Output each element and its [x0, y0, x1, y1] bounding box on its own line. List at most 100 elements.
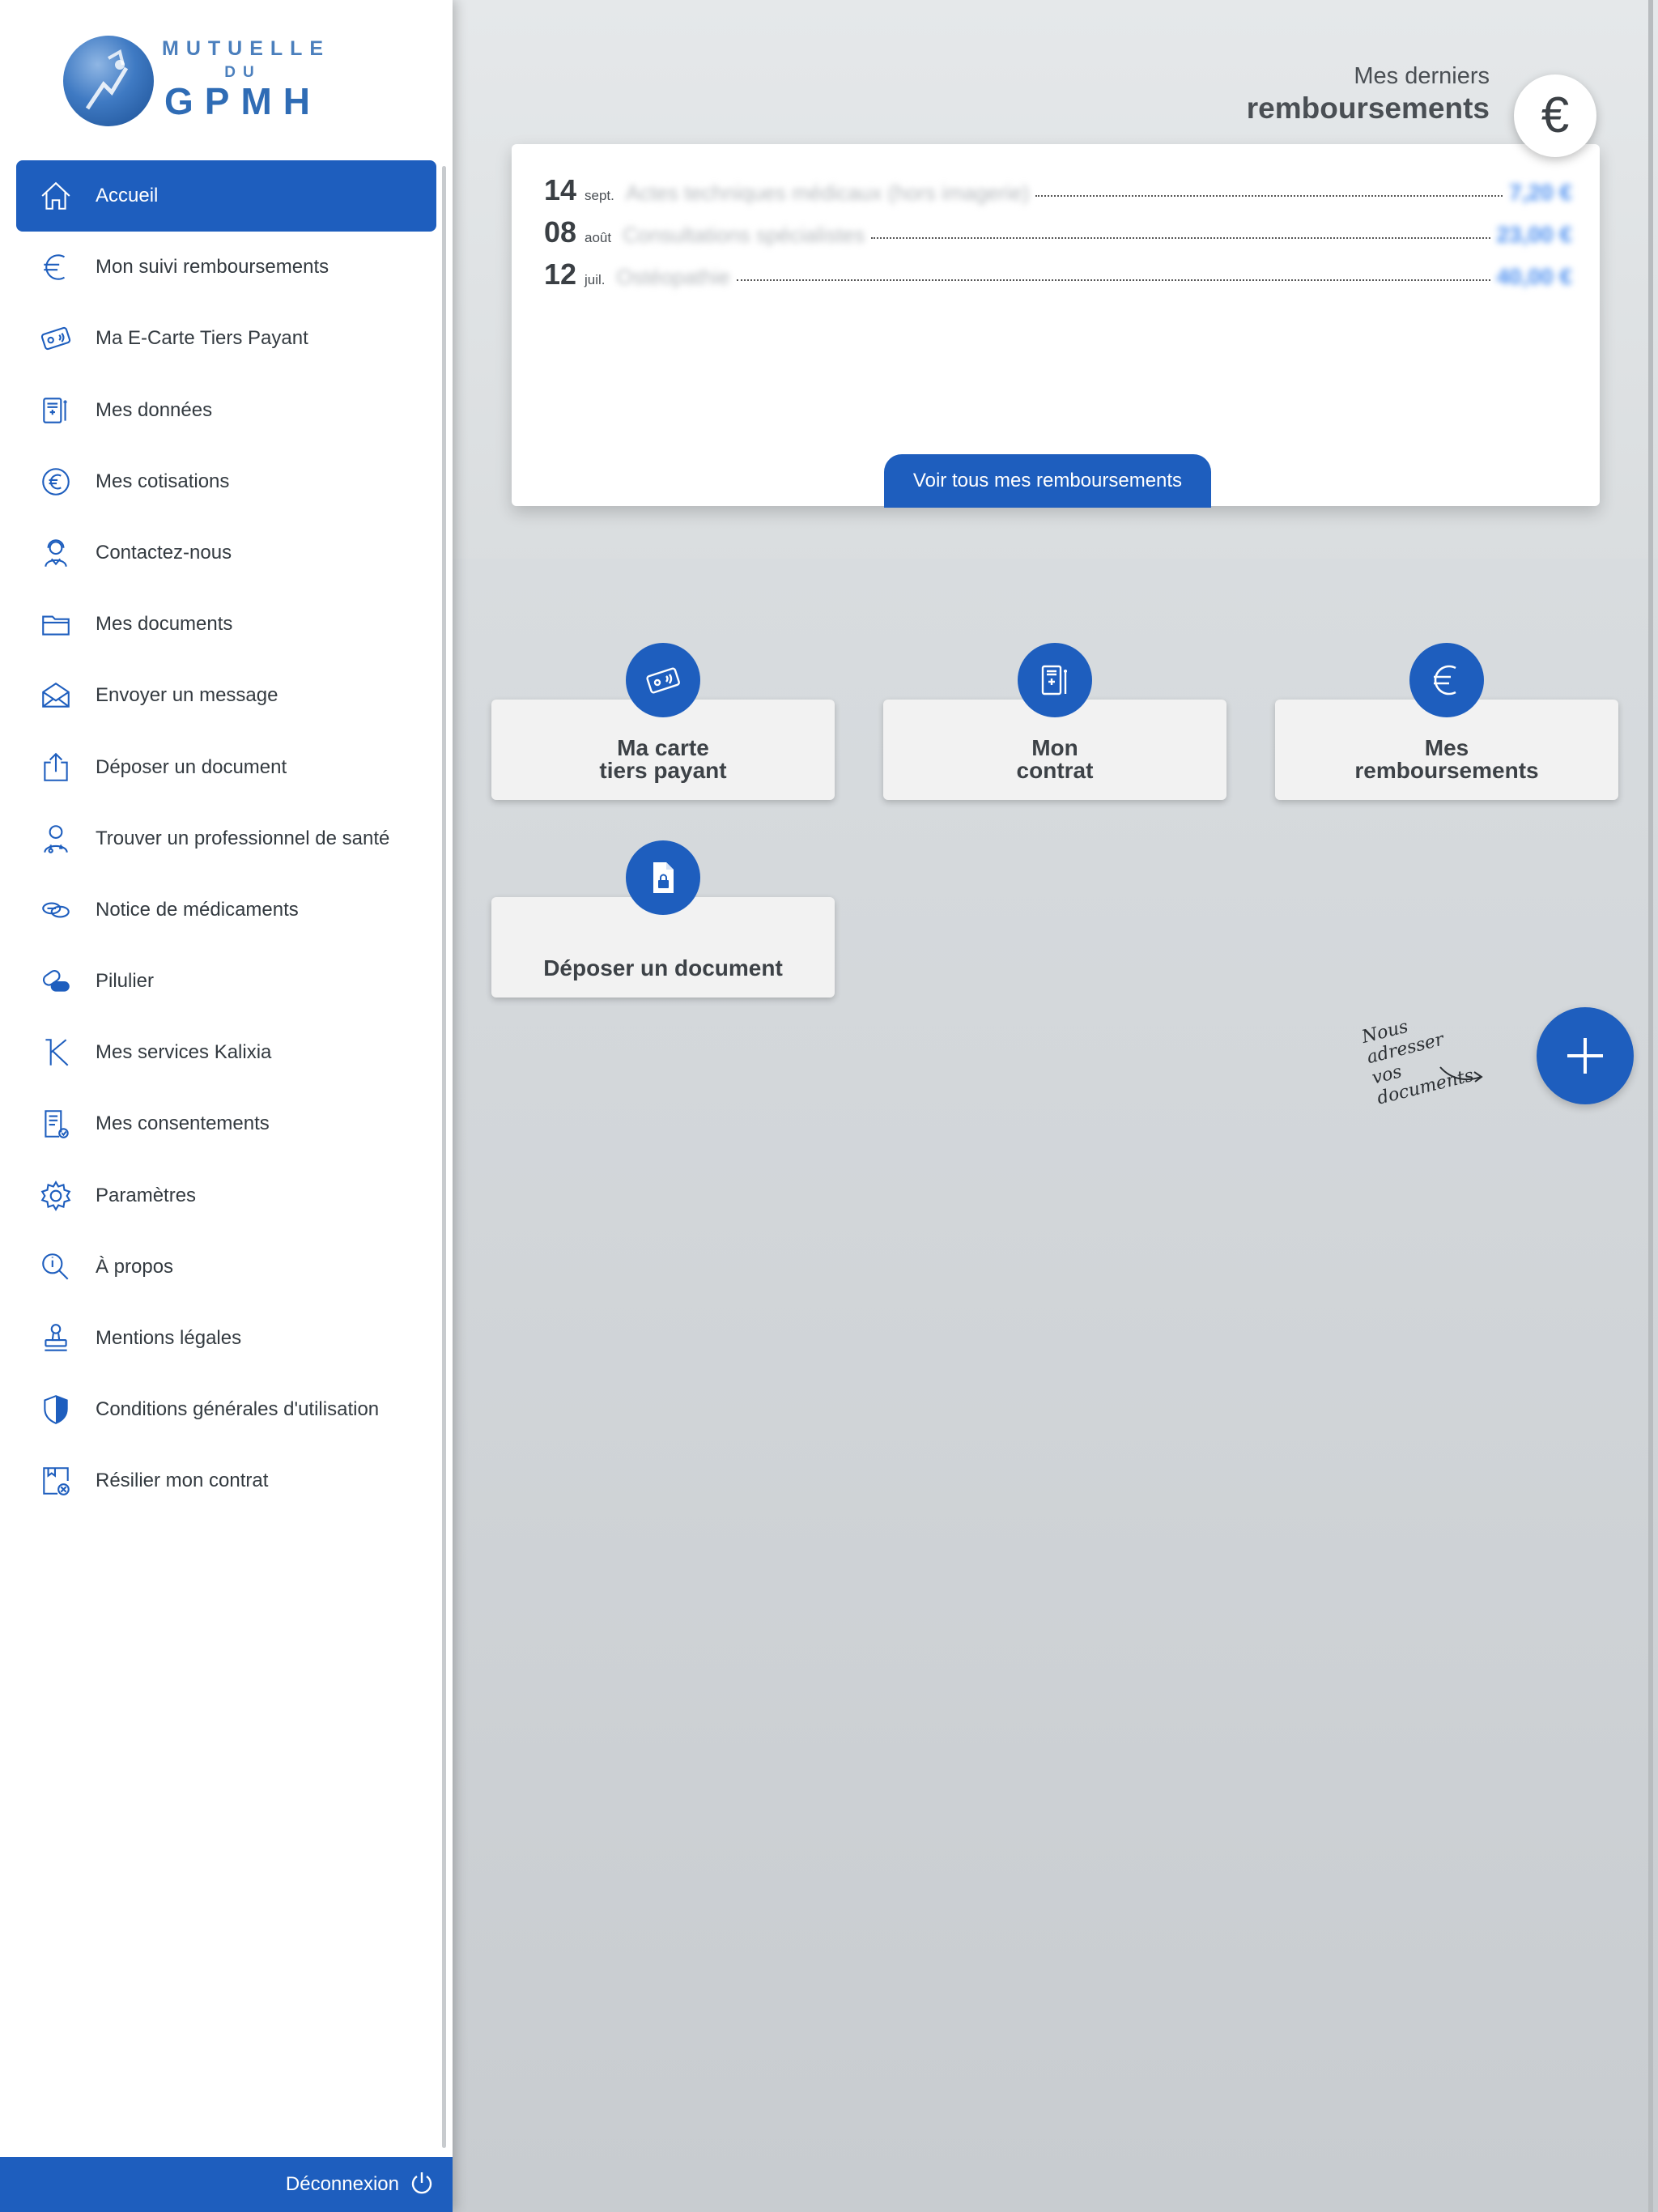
row-label: Consultations spécialistes [623, 223, 865, 247]
consent-document-icon [16, 1088, 96, 1159]
sidebar-item-cgu[interactable]: Conditions générales d'utilisation [16, 1374, 436, 1445]
brand-line2: DU [224, 64, 261, 81]
plus-icon [1567, 1038, 1603, 1074]
sidebar-item-notice[interactable]: Notice de médicaments [16, 874, 436, 946]
sidebar-item-label: Mes documents [96, 613, 233, 636]
tile-label-line2: tiers payant [599, 758, 727, 783]
envelope-icon [16, 660, 96, 731]
sidebar-item-mes-donnees[interactable]: Mes données [16, 375, 436, 446]
sidebar-item-label: Paramètres [96, 1184, 197, 1206]
gear-icon [16, 1160, 96, 1231]
sidebar-item-label: Notice de médicaments [96, 898, 299, 921]
brand-logo: MUTUELLE DU GPMH [63, 32, 331, 130]
tile-label-line1: Déposer un document [543, 955, 783, 981]
sidebar-item-deposer[interactable]: Déposer un document [16, 732, 436, 803]
brand-line1: MUTUELLE [162, 37, 331, 60]
sidebar-item-cotisations[interactable]: Mes cotisations [16, 446, 436, 517]
sidebar-item-label: Contactez-nous [96, 541, 232, 564]
reimbursement-row[interactable]: 08 août Consultations spécialistes 23,00… [544, 215, 1572, 256]
row-label: Ostéopathie [616, 265, 730, 289]
sidebar-item-message[interactable]: Envoyer un message [16, 660, 436, 731]
sidebar-item-documents[interactable]: Mes documents [16, 589, 436, 660]
shield-icon [16, 1374, 96, 1445]
sidebar-nav: Accueil Mon suivi remboursements Ma E-Ca… [16, 160, 436, 1517]
globe-logo-icon [63, 36, 154, 126]
row-day: 12 [544, 257, 577, 291]
sidebar-item-suivi-remboursements[interactable]: Mon suivi remboursements [16, 232, 436, 303]
sidebar-item-consentements[interactable]: Mes consentements [16, 1088, 436, 1159]
reimbursements-header: Mes derniers remboursements [1247, 63, 1490, 125]
brand-name: MUTUELLE DU GPMH [162, 37, 331, 122]
capsule-icon [16, 946, 96, 1017]
card-icon[interactable] [626, 643, 700, 717]
card-icon [16, 303, 96, 374]
sidebar-item-accueil[interactable]: Accueil [16, 160, 436, 232]
row-leader-dots [871, 237, 1490, 239]
sidebar-item-e-carte[interactable]: Ma E-Carte Tiers Payant [16, 303, 436, 374]
sidebar-item-label: Conditions générales d'utilisation [96, 1398, 380, 1421]
tile-label-line2: remboursements [1354, 758, 1539, 783]
stamp-icon [16, 1303, 96, 1374]
tile-label-line1: Mes [1424, 735, 1469, 760]
sidebar-item-professionnel[interactable]: Trouver un professionnel de santé [16, 803, 436, 874]
support-agent-icon [16, 517, 96, 589]
sidebar-item-label: Envoyer un message [96, 684, 278, 707]
tile-label-line1: Mon [1031, 735, 1078, 760]
cancel-contract-icon [16, 1445, 96, 1516]
row-amount: 40,00 € [1496, 264, 1572, 289]
home-icon [16, 160, 96, 232]
euro-badge-icon: € [1514, 74, 1596, 157]
sidebar-item-a-propos[interactable]: À propos [16, 1231, 436, 1303]
see-all-reimbursements-button[interactable]: Voir tous mes remboursements [884, 454, 1211, 508]
reimbursement-row[interactable]: 14 sept. Actes techniques médicaux (hors… [544, 173, 1572, 214]
curved-arrow-icon [1439, 1066, 1483, 1083]
sidebar-item-label: À propos [96, 1255, 174, 1278]
sidebar-item-kalixia[interactable]: Mes services Kalixia [16, 1017, 436, 1088]
sidebar-item-label: Déposer un document [96, 755, 287, 778]
kalixia-k-icon [16, 1017, 96, 1088]
sidebar-item-contact[interactable]: Contactez-nous [16, 517, 436, 589]
document-lock-icon[interactable] [626, 840, 700, 915]
row-month: sept. [585, 188, 614, 203]
reimbursement-row[interactable]: 12 juil. Ostéopathie 40,00 € [544, 257, 1572, 298]
page-scrollbar[interactable] [1648, 0, 1653, 2212]
sidebar-item-pilulier[interactable]: Pilulier [16, 946, 436, 1017]
sidebar-item-label: Mentions légales [96, 1327, 242, 1349]
sidebar-item-resilier[interactable]: Résilier mon contrat [16, 1445, 436, 1516]
contract-icon[interactable] [1018, 643, 1092, 717]
sidebar-item-label: Mes services Kalixia [96, 1041, 272, 1064]
row-month: août [585, 230, 612, 245]
euro-icon[interactable] [1409, 643, 1484, 717]
euro-symbol: € [1541, 87, 1570, 143]
sidebar: MUTUELLE DU GPMH Accueil Mon suivi rembo… [0, 0, 453, 2212]
euro-icon [16, 232, 96, 303]
reimbursements-card: 14 sept. Actes techniques médicaux (hors… [512, 144, 1600, 506]
brand-line3: GPMH [164, 80, 321, 122]
add-document-fab[interactable] [1537, 1007, 1634, 1104]
pills-icon [16, 874, 96, 946]
power-icon [409, 2170, 435, 2200]
sidebar-item-label: Résilier mon contrat [96, 1470, 269, 1492]
tile-label-line2: contrat [1016, 758, 1094, 783]
row-month: juil. [585, 272, 606, 287]
sidebar-item-label: Trouver un professionnel de santé [96, 827, 390, 849]
row-amount: 23,00 € [1496, 222, 1572, 247]
sidebar-item-parametres[interactable]: Paramètres [16, 1160, 436, 1231]
row-leader-dots [736, 279, 1490, 281]
info-search-icon [16, 1231, 96, 1303]
folder-icon [16, 589, 96, 660]
sidebar-item-label: Mes données [96, 398, 213, 421]
sidebar-item-label: Ma E-Carte Tiers Payant [96, 327, 308, 350]
medical-record-icon [16, 375, 96, 446]
upload-icon [16, 732, 96, 803]
row-day: 08 [544, 215, 577, 249]
row-amount: 7,20 € [1509, 180, 1572, 205]
row-day: 14 [544, 173, 577, 206]
sidebar-item-label: Mes consentements [96, 1112, 270, 1135]
sidebar-item-label: Mon suivi remboursements [96, 256, 329, 279]
row-label: Actes techniques médicaux (hors imagerie… [625, 181, 1030, 205]
sidebar-scrollbar[interactable] [442, 166, 446, 2148]
sidebar-item-label: Mes cotisations [96, 470, 230, 492]
logout-button[interactable]: Déconnexion [0, 2157, 453, 2212]
sidebar-item-mentions[interactable]: Mentions légales [16, 1303, 436, 1374]
